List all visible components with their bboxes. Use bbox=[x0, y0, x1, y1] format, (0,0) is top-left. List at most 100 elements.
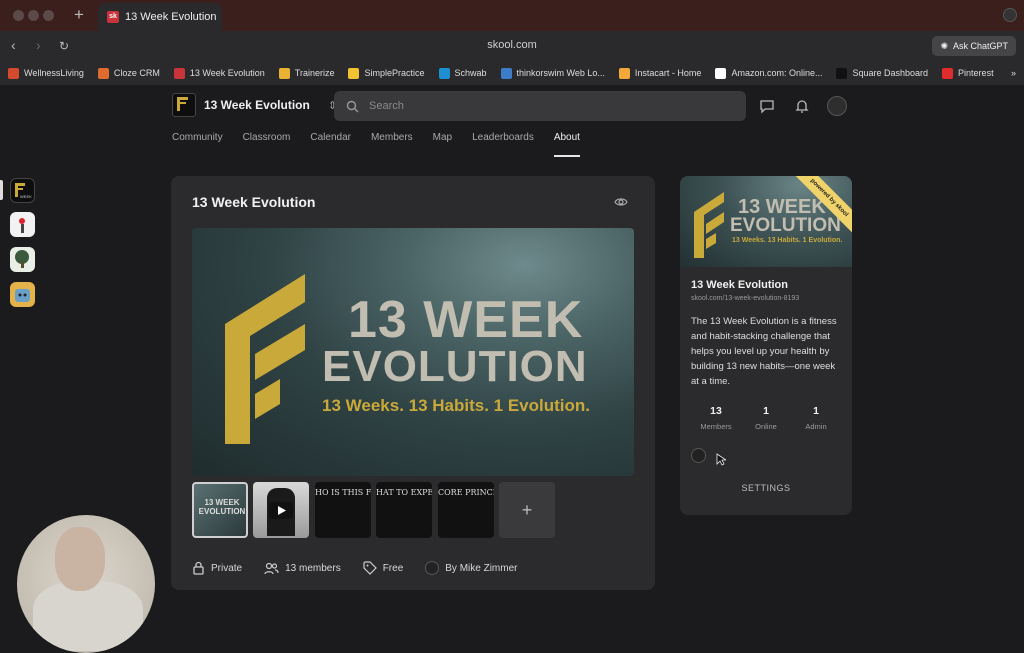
address-bar[interactable]: skool.com bbox=[0, 39, 1024, 51]
tab-community[interactable]: Community bbox=[172, 132, 223, 157]
tab-about[interactable]: About bbox=[553, 132, 580, 157]
thumbnail-3[interactable]: HO IS THIS FO bbox=[315, 482, 371, 538]
lock-icon bbox=[193, 561, 204, 575]
browser-tab[interactable]: sk 13 Week Evolution bbox=[98, 3, 222, 31]
bookmark-item[interactable]: Cloze CRM bbox=[97, 67, 160, 79]
bookmark-item[interactable]: 13 Week Evolution bbox=[173, 67, 265, 79]
admin-avatar[interactable] bbox=[691, 448, 706, 463]
evolution-logo-mark bbox=[225, 274, 305, 444]
tab-calendar[interactable]: Calendar bbox=[310, 132, 351, 157]
price-meta: Free bbox=[363, 561, 404, 575]
bookmark-item[interactable]: SimplePractice bbox=[348, 67, 425, 79]
bookmark-item[interactable]: thinkorswim Web Lo... bbox=[500, 67, 605, 79]
mouse-cursor-icon bbox=[716, 453, 726, 466]
thumbnail-4[interactable]: HAT TO EXPE bbox=[376, 482, 432, 538]
tab-leaderboards[interactable]: Leaderboards bbox=[472, 132, 534, 157]
bookmark-label: 13 Week Evolution bbox=[189, 68, 265, 78]
bookmarks-bar: WellnessLiving Cloze CRM 13 Week Evolution… bbox=[0, 61, 1024, 86]
profile-icon[interactable] bbox=[1003, 8, 1017, 22]
bookmark-favicon-icon bbox=[715, 67, 727, 79]
bookmark-item[interactable]: Instacart - Home bbox=[618, 67, 702, 79]
bookmark-favicon-icon bbox=[500, 67, 512, 79]
thumbnail-text: CORE PRINCI bbox=[438, 488, 494, 497]
bookmark-favicon-icon bbox=[836, 67, 848, 79]
stat-value: 1 bbox=[763, 405, 769, 417]
owner-meta[interactable]: By Mike Zimmer bbox=[425, 561, 518, 575]
bell-icon[interactable] bbox=[794, 98, 810, 114]
bookmark-favicon-icon bbox=[348, 67, 360, 79]
group-nav-tabs: Community Classroom Calendar Members Map Lead… bbox=[172, 132, 600, 157]
tab-map[interactable]: Map bbox=[433, 132, 452, 157]
group-icon-4[interactable] bbox=[10, 282, 35, 307]
stat-label: Online bbox=[755, 422, 777, 431]
thumbnail-1[interactable]: 13 WEEK EVOLUTION bbox=[192, 482, 248, 538]
privacy-label: Private bbox=[211, 562, 243, 574]
search-bar[interactable] bbox=[334, 91, 746, 121]
bookmark-label: Amazon.com: Online... bbox=[731, 68, 823, 78]
settings-button[interactable]: SETTINGS bbox=[680, 483, 852, 493]
stat-online: 1 Online bbox=[741, 405, 791, 431]
group-selector[interactable]: 13 Week Evolution ⇕ bbox=[172, 93, 337, 117]
tab-classroom[interactable]: Classroom bbox=[243, 132, 291, 157]
hero-media[interactable]: 13 WEEK EVOLUTION 13 Weeks. 13 Habits. 1… bbox=[192, 228, 634, 476]
price-label: Free bbox=[382, 562, 404, 574]
bookmark-label: WellnessLiving bbox=[24, 68, 84, 78]
bookmark-favicon-icon bbox=[438, 67, 450, 79]
thumbnail-text: 13 WEEK EVOLUTION bbox=[198, 498, 246, 516]
stat-value: 13 bbox=[710, 405, 722, 417]
group-icon-2[interactable] bbox=[10, 212, 35, 237]
group-name-sidebar: 13 Week Evolution bbox=[691, 279, 788, 291]
thumbnail-video[interactable] bbox=[253, 482, 309, 538]
bookmark-favicon-icon bbox=[97, 67, 109, 79]
bookmark-item[interactable]: Trainerize bbox=[278, 67, 334, 79]
bookmark-label: Square Dashboard bbox=[852, 68, 929, 78]
bookmark-label: Cloze CRM bbox=[113, 68, 160, 78]
more-bookmarks-icon[interactable]: » bbox=[1011, 68, 1024, 78]
add-media-button[interactable]: + bbox=[499, 482, 555, 538]
bookmark-label: Schwab bbox=[454, 68, 487, 78]
maximize-window-button[interactable] bbox=[43, 10, 54, 21]
bookmark-item[interactable]: WellnessLiving bbox=[8, 67, 84, 79]
chat-icon[interactable] bbox=[759, 98, 775, 114]
group-cover-image: 13 WEEK EVOLUTION 13 Weeks. 13 Habits. 1… bbox=[680, 176, 852, 267]
cover-tagline: 13 Weeks. 13 Habits. 1 Evolution. bbox=[732, 237, 843, 244]
bookmark-favicon-icon bbox=[618, 67, 630, 79]
new-tab-icon[interactable]: + bbox=[74, 5, 84, 25]
tab-title: 13 Week Evolution bbox=[125, 11, 217, 23]
stat-label: Admin bbox=[805, 422, 827, 431]
bookmark-item[interactable]: Pinterest bbox=[942, 67, 994, 79]
close-window-button[interactable] bbox=[13, 10, 24, 21]
bookmark-item[interactable]: Schwab bbox=[438, 67, 487, 79]
user-avatar[interactable] bbox=[827, 96, 847, 116]
members-meta: 13 members bbox=[264, 562, 341, 575]
group-info-card: 13 WEEK EVOLUTION 13 Weeks. 13 Habits. 1… bbox=[680, 176, 852, 515]
members-label: 13 members bbox=[285, 562, 341, 574]
group-logo bbox=[172, 93, 196, 117]
tab-members[interactable]: Members bbox=[371, 132, 413, 157]
bookmark-favicon-icon bbox=[278, 67, 290, 79]
eye-icon[interactable] bbox=[614, 196, 628, 208]
group-icon-13-week-evolution[interactable]: WEEK bbox=[10, 178, 35, 203]
about-title: 13 Week Evolution bbox=[192, 194, 316, 210]
minimize-window-button[interactable] bbox=[28, 10, 39, 21]
ask-chatgpt-button[interactable]: ✺ Ask ChatGPT bbox=[932, 36, 1016, 56]
users-icon bbox=[264, 562, 279, 574]
owner-label: By Mike Zimmer bbox=[445, 562, 518, 574]
stat-label: Members bbox=[700, 422, 732, 431]
ask-chatgpt-label: Ask ChatGPT bbox=[952, 41, 1008, 51]
browser-toolbar: ‹ › ↻ skool.com ✺ Ask ChatGPT bbox=[0, 31, 1024, 61]
about-card: 13 Week Evolution 13 WEEK EVOLUTION 13 W… bbox=[171, 176, 655, 590]
webcam-person-shirt bbox=[33, 581, 143, 651]
thumbnail-text: HO IS THIS FO bbox=[315, 488, 371, 497]
thumbnail-5[interactable]: CORE PRINCI bbox=[438, 482, 494, 538]
group-icon-3[interactable] bbox=[10, 247, 35, 272]
hero-line2: EVOLUTION bbox=[322, 342, 588, 391]
bookmark-item[interactable]: Amazon.com: Online... bbox=[715, 67, 823, 79]
search-input[interactable] bbox=[369, 100, 719, 112]
owner-avatar bbox=[425, 561, 440, 575]
bookmark-label: Instacart - Home bbox=[634, 68, 702, 78]
bookmark-label: SimplePractice bbox=[364, 68, 425, 78]
tag-icon bbox=[363, 561, 377, 575]
bookmark-item[interactable]: Square Dashboard bbox=[836, 67, 929, 79]
skool-favicon-icon: sk bbox=[107, 11, 119, 23]
